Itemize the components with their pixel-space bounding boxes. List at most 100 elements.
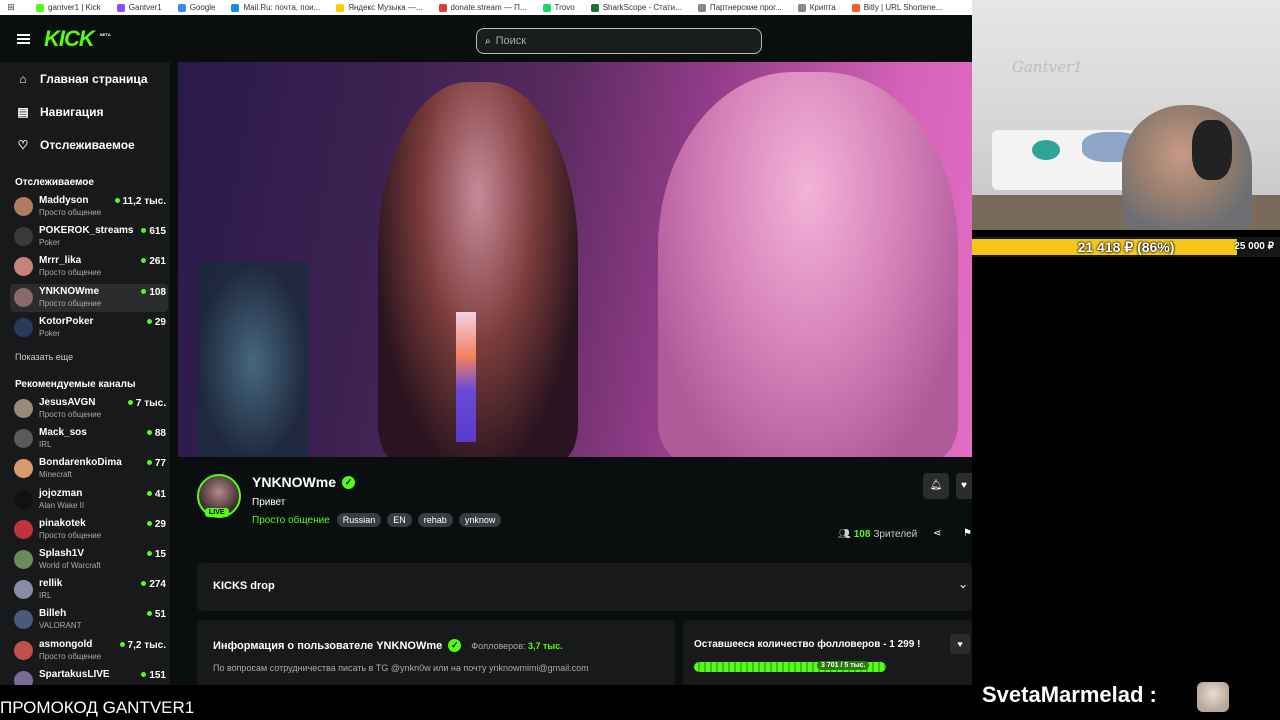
sidebar-channel-mrrr_lika[interactable]: Mrrr_lika Просто общение 261 [10, 253, 168, 281]
live-badge: LIVE [205, 508, 229, 517]
sidebar-channel-mack_sos[interactable]: Mack_sos IRL 88 [10, 425, 168, 453]
kicks-drop-panel[interactable]: KICKS drop ⌄ [197, 563, 972, 611]
channel-name: KotorPoker [39, 315, 94, 327]
bookmark-item[interactable]: Google [177, 3, 215, 12]
nav-following[interactable]: ♡ Отслеживаемое [16, 138, 135, 152]
bookmark-item[interactable]: Крипта [797, 3, 836, 12]
bookmark-item[interactable]: Яндекс Музыка —... [336, 3, 423, 12]
chevron-down-icon: ⌄ [957, 577, 968, 591]
sidebar-channel-jesusavgn[interactable]: JesusAVGN Просто общение 7 тыс. [10, 395, 168, 423]
sidebar-channel-ynknowme[interactable]: YNKNOWme Просто общение 108 [10, 283, 168, 312]
promo-code-text: ПРОМОКОД GANTVER1 [0, 698, 195, 717]
sidebar-channel-bondarenkodima[interactable]: BondarenkoDima Minecraft 77 [10, 455, 168, 483]
verified-icon: ✓ [342, 475, 356, 489]
nav-following-label: Отслеживаемое [40, 138, 135, 152]
heart-icon: ♥ [961, 480, 967, 491]
sidebar-channel-jojozman[interactable]: jojozman Alan Wake II 41 [10, 486, 168, 514]
viewer-count: 151 [141, 670, 166, 681]
bookmark-item[interactable]: Bitly | URL Shortene... [851, 3, 942, 12]
avatar [14, 287, 33, 307]
bookmark-item[interactable]: gantver1 | Kick [36, 3, 101, 12]
viewer-count: 615 [141, 226, 166, 237]
channel-name[interactable]: YNKNOWme ✓ [252, 474, 356, 490]
channel-name: asmongold [39, 638, 93, 650]
about-description: По вопросам сотрудничества писать в TG @… [213, 663, 589, 673]
sidebar-channel-billeh[interactable]: Billeh VALORANT 51 [10, 606, 168, 634]
viewer-count: 29 [147, 317, 166, 328]
sidebar-channel-spartakuslive[interactable]: SpartakusLIVE 151 [10, 667, 168, 685]
bookmark-favicon-icon [851, 3, 860, 12]
video-player[interactable] [178, 62, 972, 457]
goal-heart-button[interactable]: ♥ [950, 634, 970, 654]
bookmark-item[interactable]: donate.stream — П... [438, 3, 527, 12]
avatar [14, 459, 33, 479]
tag[interactable]: Russian [336, 513, 382, 527]
tag[interactable]: ynknow [458, 513, 502, 527]
channel-name: Mack_sos [39, 427, 87, 439]
bookmark-item[interactable]: SharkScope - Стати... [590, 3, 682, 12]
avatar [14, 429, 33, 449]
sidebar-channel-kotorpoker[interactable]: KotorPoker Poker 29 [10, 314, 168, 342]
channel-name: Billeh [39, 608, 67, 620]
bell-icon: 🔔︎ [929, 480, 943, 491]
report-icon[interactable]: ⚑ [963, 528, 972, 539]
bookmarks-bar: ⊞ gantver1 | Kick Gantver1 Google Mail.Ru: … [0, 0, 972, 15]
avatar [14, 257, 33, 277]
sidebar-channel-splash1v[interactable]: Splash1V World of Warcraft 15 [10, 546, 168, 574]
sidebar-channel-asmongold[interactable]: asmongold Просто общение 7,2 тыс. [10, 637, 168, 665]
about-title-text: Информация о пользователе YNKNOWme [213, 639, 443, 652]
bookmark-favicon-icon [36, 3, 44, 12]
bookmark-label: Крипта [809, 3, 836, 12]
nav-home[interactable]: ⌂ Главная страница [16, 72, 147, 86]
channel-name: JesusAVGN [39, 397, 96, 408]
channel-category: Alan Wake II [39, 500, 85, 510]
viewer-count: 11,2 тыс. [115, 196, 166, 207]
bookmark-item[interactable]: Gantver1 [116, 3, 162, 12]
notification-bell-button[interactable]: 🔔︎ [923, 473, 949, 499]
tag[interactable]: rehab [417, 513, 453, 527]
following-section-title: Отслеживаемое [15, 177, 94, 188]
sidebar-channel-pinakotek[interactable]: pinakotek Просто общение 29 [10, 516, 168, 544]
video-person-right [658, 72, 958, 457]
channel-name: jojozman [39, 487, 83, 499]
webcam-overlay: Gantver1 [972, 0, 1280, 230]
recommended-section-title: Рекомендуемые каналы [15, 379, 136, 390]
channel-category: Просто общение [39, 651, 102, 661]
show-more-link[interactable]: Показать еще [15, 352, 73, 362]
sidebar-channel-maddyson[interactable]: Maddyson Просто общение 11,2 тыс. [10, 193, 168, 221]
share-icon[interactable]: ⋖ [933, 528, 941, 539]
avatar [14, 670, 33, 685]
search-icon: ⌕ [485, 35, 491, 47]
chat-emote-icon [1197, 682, 1229, 712]
channel-category: Просто общение [39, 208, 102, 217]
bookmark-favicon-icon [116, 3, 125, 12]
stream-category-link[interactable]: Просто общение [252, 515, 330, 526]
follow-button[interactable]: ♥ [956, 473, 972, 499]
bookmark-favicon-icon [542, 3, 551, 12]
wall-text: Gantver1 [1012, 58, 1083, 76]
viewer-count: 41 [147, 489, 166, 500]
channel-name: YNKNOWme [39, 285, 100, 297]
channel-category: IRL [39, 440, 52, 450]
nav-browse[interactable]: ▤ Навигация [16, 105, 103, 119]
menu-icon[interactable] [17, 34, 30, 44]
bookmark-item[interactable]: Mail.Ru: почта, пои... [231, 3, 320, 12]
sidebar-channel-rellik[interactable]: rellik IRL 274 [10, 576, 168, 604]
viewer-count: 51 [147, 609, 166, 620]
bookmark-item[interactable]: Партнерские прог... [697, 3, 782, 12]
apps-grid-icon[interactable]: ⊞ [4, 2, 18, 13]
viewer-count: 7 тыс. [128, 398, 166, 409]
sidebar-channel-pokerok_streams[interactable]: POKEROK_streams Poker 615 [10, 223, 168, 251]
kick-logo[interactable]: KICK [44, 26, 95, 52]
donation-goal: 25 000 ₽ [1234, 241, 1274, 252]
bookmark-item[interactable]: Trovo [542, 3, 575, 12]
tag[interactable]: EN [387, 513, 412, 527]
channel-name: Mrrr_lika [39, 255, 82, 267]
channel-name: Maddyson [39, 195, 89, 206]
search-input[interactable]: ⌕ Поиск [476, 28, 762, 54]
webcam-pillow [1032, 140, 1060, 160]
bookmark-label: Партнерские прог... [709, 3, 782, 12]
viewer-count-value: 108 [853, 529, 871, 540]
bookmark-favicon-icon [231, 3, 240, 12]
stream-title: Привет [252, 497, 286, 508]
